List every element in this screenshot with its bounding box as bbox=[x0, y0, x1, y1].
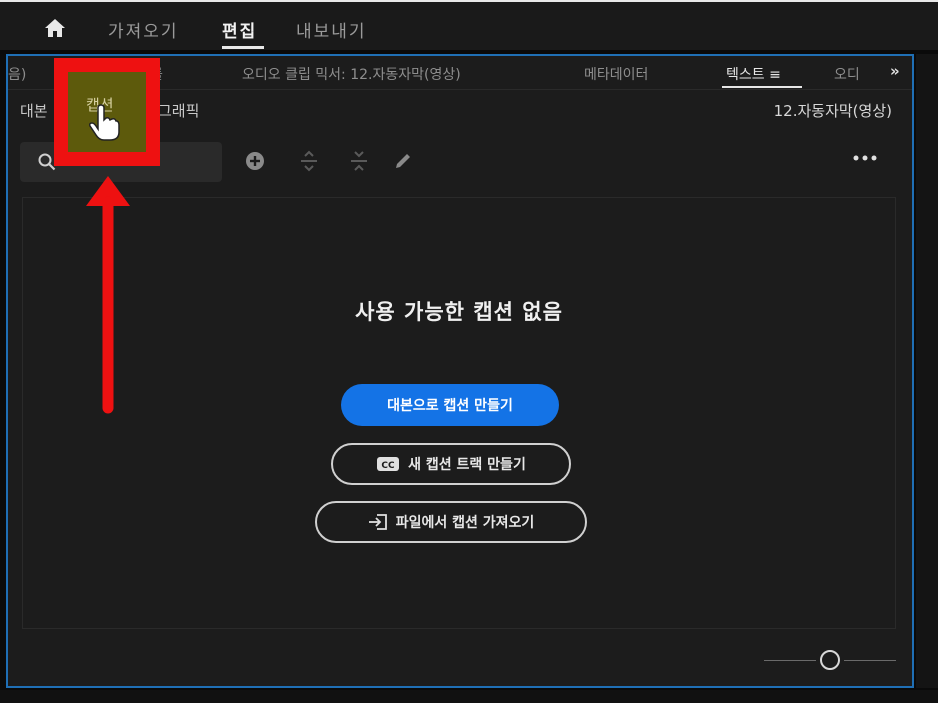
create-captions-from-transcript-label: 대본으로 캡션 만들기 bbox=[387, 398, 513, 414]
split-icon[interactable] bbox=[348, 150, 370, 172]
import-captions-label: 파일에서 캡션 가져오기 bbox=[395, 515, 535, 531]
home-icon[interactable] bbox=[44, 18, 66, 38]
tab-truncated-left[interactable]: 음) bbox=[8, 64, 26, 84]
add-caption-icon[interactable] bbox=[244, 150, 266, 172]
tab-metadata[interactable]: 메타데이터 bbox=[584, 64, 648, 84]
active-tab-underline bbox=[222, 46, 264, 49]
closed-captions-icon: CC bbox=[377, 457, 400, 471]
tab-audio-truncated[interactable]: 오디 bbox=[834, 64, 860, 84]
merge-icon[interactable] bbox=[298, 150, 320, 172]
zoom-slider-track-left[interactable] bbox=[764, 660, 816, 661]
more-tabs-button[interactable]: » bbox=[890, 62, 900, 80]
tab-export[interactable]: 내보내기 bbox=[296, 17, 367, 42]
subtab-graphics[interactable]: 그래픽 bbox=[158, 100, 199, 121]
tab-text[interactable]: 텍스트 ≡ bbox=[726, 64, 781, 84]
tab-edit[interactable]: 편집 bbox=[222, 17, 257, 42]
red-arrow-icon bbox=[86, 176, 130, 414]
bottom-edge bbox=[0, 690, 938, 703]
new-caption-track-button[interactable]: CC 새 캡션 트랙 만들기 bbox=[331, 443, 571, 485]
tab-audio-clip-mixer[interactable]: 오디오 클립 믹서: 12.자동자막(영상) bbox=[242, 64, 461, 84]
tab-import[interactable]: 가져오기 bbox=[108, 17, 179, 42]
zoom-slider-track-right[interactable] bbox=[844, 660, 896, 661]
import-file-icon bbox=[368, 514, 387, 530]
right-panel-edge bbox=[916, 54, 938, 688]
workspace-header: 가져오기 편집 내보내기 bbox=[0, 0, 938, 50]
empty-state-title: 사용 가능한 캡션 없음 bbox=[355, 300, 563, 324]
create-captions-from-transcript-button[interactable]: 대본으로 캡션 만들기 bbox=[341, 384, 559, 426]
captions-empty-state: 사용 가능한 캡션 없음 대본으로 캡션 만들기 CC 새 캡션 트랙 만들기 … bbox=[22, 197, 896, 629]
more-icon[interactable] bbox=[852, 154, 880, 162]
sequence-name: 12.자동자막(영상) bbox=[773, 102, 892, 120]
highlight-box bbox=[54, 58, 160, 166]
active-panel-tab-underline bbox=[722, 86, 802, 88]
zoom-slider-handle[interactable] bbox=[820, 650, 840, 670]
subtab-transcript[interactable]: 대본 bbox=[20, 100, 48, 121]
import-captions-button[interactable]: 파일에서 캡션 가져오기 bbox=[315, 501, 587, 543]
svg-text:CC: CC bbox=[382, 461, 396, 471]
edit-icon[interactable] bbox=[392, 150, 414, 172]
new-caption-track-label: 새 캡션 트랙 만들기 bbox=[408, 457, 526, 473]
